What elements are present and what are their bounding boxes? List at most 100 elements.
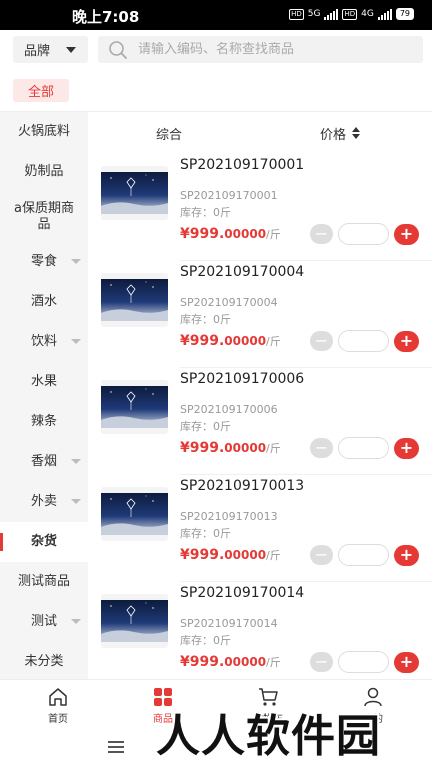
product-thumbnail[interactable] <box>101 594 168 648</box>
sidebar-item-label: 奶制品 <box>24 164 64 179</box>
price-unit: /斤 <box>266 549 281 562</box>
decrease-quantity-button[interactable]: − <box>310 652 333 672</box>
search-box[interactable] <box>98 36 423 63</box>
decrease-quantity-button[interactable]: − <box>310 545 333 565</box>
increase-quantity-button[interactable]: + <box>394 224 419 245</box>
sidebar-item-active[interactable]: 杂货 <box>0 522 88 562</box>
expand-triangle-icon <box>71 619 81 624</box>
price-decimal: 00000 <box>224 441 267 455</box>
signal-icon <box>324 8 339 20</box>
brand-dropdown[interactable]: 品牌 <box>13 36 88 63</box>
sidebar-item[interactable]: 水果 <box>0 362 88 402</box>
sidebar-item-label: 零食 <box>30 254 57 269</box>
increase-quantity-button[interactable]: + <box>394 545 419 566</box>
sidebar-item[interactable]: 零食 <box>0 242 88 282</box>
tab-home[interactable]: 首页 <box>4 680 112 730</box>
product-row[interactable]: SP202109170013 SP202109170013 库存：0斤 ¥999.00… <box>88 475 432 582</box>
product-row[interactable]: SP202109170001 SP202109170001 库存：0斤 ¥999.00… <box>88 154 432 261</box>
sidebar-item[interactable]: 测试 <box>0 602 88 642</box>
product-code: SP202109170013 <box>180 510 278 523</box>
price-unit: /斤 <box>266 228 281 241</box>
decrease-quantity-button[interactable]: − <box>310 224 333 244</box>
expand-triangle-icon <box>71 339 81 344</box>
product-sku: SP202109170013 <box>180 478 305 494</box>
product-thumbnail[interactable] <box>101 166 168 220</box>
increase-quantity-button[interactable]: + <box>394 331 419 352</box>
sidebar-item[interactable]: 香烟 <box>0 442 88 482</box>
network-5g-label: 5G <box>307 9 321 19</box>
product-thumbnail[interactable] <box>101 273 168 327</box>
search-icon <box>109 40 127 59</box>
product-image <box>101 166 168 220</box>
product-sku: SP202109170006 <box>180 371 305 387</box>
product-row[interactable]: SP202109170004 SP202109170004 库存：0斤 ¥999.00… <box>88 261 432 368</box>
increase-quantity-button[interactable]: + <box>394 438 419 459</box>
product-price: ¥999.00000/斤 <box>180 547 281 563</box>
sidebar-item-label: a保质期商品 <box>14 201 74 232</box>
decrease-quantity-button[interactable]: − <box>310 438 333 458</box>
category-tag-row: 全部 <box>0 70 432 112</box>
top-bar: 品牌 <box>0 30 432 70</box>
sidebar-item[interactable]: 外卖 <box>0 482 88 522</box>
search-input[interactable] <box>138 42 418 57</box>
product-code: SP202109170014 <box>180 617 278 630</box>
sort-arrows-icon[interactable] <box>352 127 360 139</box>
product-sku: SP202109170001 <box>180 157 305 173</box>
tab-home-label: 首页 <box>48 714 68 725</box>
battery-icon: 79 <box>395 8 414 20</box>
product-sku: SP202109170014 <box>180 585 305 601</box>
price-decimal: 00000 <box>224 227 267 241</box>
product-image <box>101 273 168 327</box>
sidebar-item[interactable]: 测试商品 <box>0 562 88 602</box>
sidebar-item[interactable]: a保质期商品 <box>0 192 88 242</box>
signal-icon <box>377 8 392 20</box>
product-thumbnail[interactable] <box>101 487 168 541</box>
sort-general-button[interactable]: 综合 <box>156 124 182 143</box>
network-4g-label: 4G <box>361 9 374 19</box>
product-stock: 库存：0斤 <box>180 527 231 540</box>
quantity-input[interactable] <box>338 223 389 245</box>
sidebar-item[interactable]: 未分类 <box>0 642 88 679</box>
tag-all[interactable]: 全部 <box>13 79 69 102</box>
sidebar-item[interactable]: 酒水 <box>0 282 88 322</box>
sort-price-button[interactable]: 价格 <box>320 124 346 143</box>
increase-quantity-button[interactable]: + <box>394 652 419 673</box>
decrease-quantity-button[interactable]: − <box>310 331 333 351</box>
menu-icon[interactable] <box>108 741 124 753</box>
category-sidebar: 火锅底料 奶制品 a保质期商品 零食 酒水 饮料 水果 辣条 香烟 外卖 杂货 … <box>0 112 88 679</box>
price-decimal: 00000 <box>224 548 267 562</box>
sidebar-item-label: 未分类 <box>24 654 64 669</box>
sidebar-item-label: 外卖 <box>30 494 57 509</box>
quantity-input[interactable] <box>338 330 389 352</box>
sidebar-item-label: 杂货 <box>30 534 57 549</box>
hd-icon: HD <box>342 8 358 20</box>
sidebar-item[interactable]: 奶制品 <box>0 152 88 192</box>
price-decimal: 00000 <box>224 655 267 669</box>
product-code: SP202109170006 <box>180 403 278 416</box>
sidebar-item[interactable]: 饮料 <box>0 322 88 362</box>
status-bar: 晚上7:08 HD 5G HD 4G 79 <box>0 0 432 30</box>
product-stock: 库存：0斤 <box>180 420 231 433</box>
sidebar-item[interactable]: 火锅底料 <box>0 112 88 152</box>
product-image <box>101 380 168 434</box>
product-row[interactable]: SP202109170006 SP202109170006 库存：0斤 ¥999.00… <box>88 368 432 475</box>
product-price: ¥999.00000/斤 <box>180 226 281 242</box>
quantity-input[interactable] <box>338 651 389 673</box>
sidebar-item-label: 测试 <box>30 614 57 629</box>
expand-triangle-icon <box>71 459 81 464</box>
sidebar-item-label: 辣条 <box>30 414 57 429</box>
price-unit: /斤 <box>266 335 281 348</box>
product-thumbnail[interactable] <box>101 380 168 434</box>
price-unit: /斤 <box>266 656 281 669</box>
watermark-text: 人人软件园 <box>156 711 381 762</box>
product-row[interactable]: SP202109170014 SP202109170014 库存：0斤 ¥999.00… <box>88 582 432 679</box>
quantity-input[interactable] <box>338 544 389 566</box>
product-image <box>101 594 168 648</box>
product-stock: 库存：0斤 <box>180 206 231 219</box>
hd-icon: HD <box>289 8 304 20</box>
sidebar-item[interactable]: 辣条 <box>0 402 88 442</box>
sort-bar: 综合 价格 <box>88 112 432 154</box>
sidebar-item-label: 水果 <box>30 374 57 389</box>
quantity-input[interactable] <box>338 437 389 459</box>
status-time: 晚上7:08 <box>72 8 140 26</box>
